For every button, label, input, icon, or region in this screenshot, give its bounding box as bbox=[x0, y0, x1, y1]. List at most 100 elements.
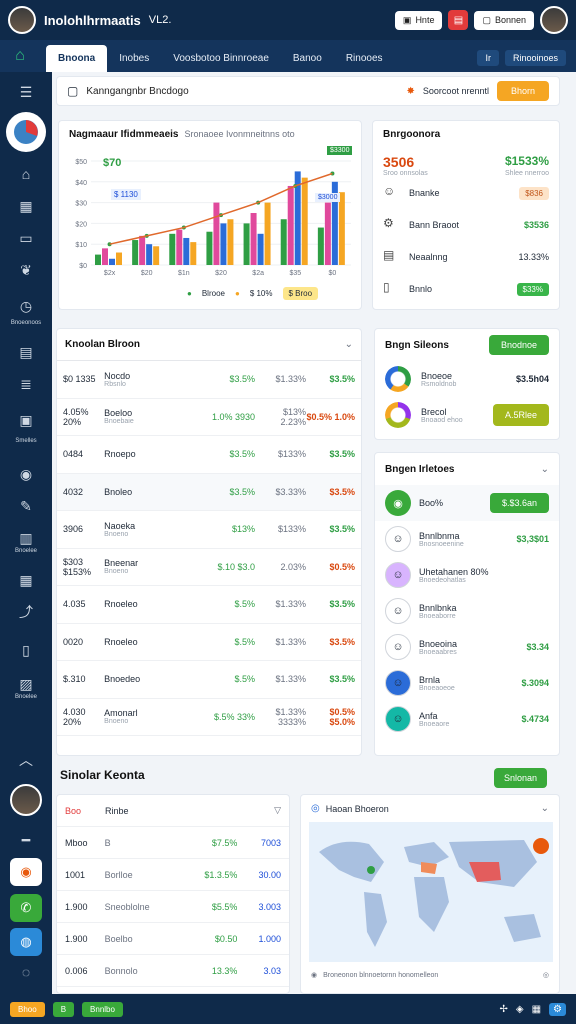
table-row[interactable]: 0484 Rnoepo $3.5% $133% $3.5% bbox=[57, 436, 361, 474]
cell-id: 4.035 bbox=[63, 599, 86, 610]
cell-value: $3.5% bbox=[329, 524, 356, 535]
table-row[interactable]: $0 1335 Nocdo Rbsnlo $3.5% $1.33% $3.5% bbox=[57, 361, 361, 399]
bar bbox=[264, 202, 271, 265]
search-button[interactable]: Bhorn bbox=[496, 81, 549, 101]
list-item[interactable]: ◉ Boo% $.$3.6an bbox=[375, 485, 559, 521]
table-row[interactable]: 1.900 Sneoblolne $5.5% 3.003 bbox=[57, 891, 289, 923]
phone-button[interactable]: ✆ bbox=[10, 894, 42, 922]
world-map[interactable] bbox=[309, 822, 553, 962]
right1-button[interactable]: Bnodnoe bbox=[488, 335, 549, 355]
footer-button-3[interactable]: Bnnlbo bbox=[82, 1001, 123, 1017]
tab-3[interactable]: Voosbotoo Binnroeae bbox=[161, 45, 281, 72]
pen-icon[interactable]: ✎ bbox=[14, 494, 38, 518]
list-item[interactable]: ☺ Uhetahanen 80% Bnoedeohatlas bbox=[375, 557, 559, 593]
pie-chart-icon[interactable] bbox=[6, 112, 46, 152]
legend-button[interactable]: $ Broo bbox=[282, 287, 319, 300]
chevron-down-icon[interactable]: ⌄ bbox=[541, 803, 549, 814]
dash-icon[interactable]: ━ bbox=[14, 828, 38, 852]
pin-icon[interactable]: ✢ bbox=[499, 1004, 507, 1015]
list-item[interactable]: Brecol Bnoaod ehoo A.5Rlee bbox=[375, 397, 559, 433]
sidebar-label-2: Smelles bbox=[15, 438, 37, 444]
table-row[interactable]: 1.900 Boelbo $0.50 1.000 bbox=[57, 923, 289, 955]
grid-icon[interactable]: ▦ bbox=[14, 194, 38, 218]
table-row[interactable]: 1001 Borlloe $1.3.5% 30.00 bbox=[57, 859, 289, 891]
folder-icon[interactable]: ▭ bbox=[14, 226, 38, 250]
sidebar-avatar[interactable] bbox=[10, 784, 42, 816]
chevron-down-icon[interactable]: ⌄ bbox=[541, 464, 549, 475]
tab-1[interactable]: Bnoona bbox=[46, 45, 108, 72]
tab-2[interactable]: Inobes bbox=[107, 45, 161, 72]
settings-icon[interactable]: ⚙ bbox=[549, 1002, 566, 1016]
avatar[interactable] bbox=[8, 6, 36, 34]
table-row[interactable]: Mboo B $7.5% 7003 bbox=[57, 827, 289, 859]
metrics-big-pct: $1533% bbox=[504, 154, 549, 168]
star-icon: ✸ bbox=[406, 85, 415, 97]
top-button-1[interactable]: ▣ Hnte bbox=[394, 10, 443, 30]
calendar-icon[interactable]: ▣ bbox=[14, 408, 38, 432]
metrics-big-value: 3506 bbox=[383, 154, 415, 170]
shield-icon[interactable]: ◈ bbox=[516, 1004, 524, 1015]
chat-button[interactable]: ◍ bbox=[10, 928, 42, 956]
book-icon: ▤ bbox=[383, 248, 395, 262]
table-row[interactable]: 4.030 20% Amonarl Bnoeno $.5% 33% $1.33% 333… bbox=[57, 699, 361, 736]
list-item[interactable]: ☺ Bnnlbnka Bnoeaborre bbox=[375, 593, 559, 629]
table-icon[interactable]: ▦ bbox=[14, 568, 38, 592]
table-row[interactable]: 4032 Bnoleo $3.5% $3.33% $3.5% bbox=[57, 473, 361, 511]
metric-row[interactable]: ▯ Bnnlo $33% bbox=[383, 273, 549, 305]
share-icon[interactable]: ⤴ bbox=[14, 600, 38, 624]
tab-5[interactable]: Rinooes bbox=[334, 45, 395, 72]
x-tick-label: $0 bbox=[329, 270, 337, 277]
footer-button-2[interactable]: B bbox=[52, 1001, 75, 1017]
tab-4[interactable]: Banoo bbox=[281, 45, 334, 72]
table-row[interactable]: 0020 Rnoeleo $.5% $1.33% $3.5% bbox=[57, 624, 361, 661]
cell-value: $3.5% bbox=[329, 674, 356, 685]
leaf-icon[interactable]: ❦ bbox=[14, 258, 38, 282]
record-button[interactable]: ◉ bbox=[10, 858, 42, 886]
chevron-down-icon[interactable]: ⌄ bbox=[345, 339, 353, 350]
bar bbox=[324, 202, 331, 265]
nav-chip-2[interactable]: Rinooinoes bbox=[504, 50, 566, 66]
footer-button-1[interactable]: Bhoo bbox=[10, 1001, 45, 1017]
list-item[interactable]: ☺ Brnla Bnoeaoeoe $.3094 bbox=[375, 665, 559, 701]
search-bar[interactable]: ▢ Kanngangnbr Bncdogo ✸ Soorcoot nrenntl… bbox=[56, 76, 560, 106]
home-icon[interactable]: ⌂ bbox=[14, 162, 38, 186]
top-button-2[interactable]: ▢ Bonnen bbox=[474, 10, 534, 30]
cart-icon[interactable]: ▨ bbox=[14, 672, 38, 696]
filter-icon[interactable]: ▽ bbox=[274, 805, 281, 816]
clipboard-icon[interactable]: ▯ bbox=[14, 638, 38, 662]
cell-pct: $.5% bbox=[234, 636, 256, 647]
grid-icon[interactable]: ▦ bbox=[532, 1004, 541, 1015]
table-row[interactable]: 0.006 Bonnolo 13.3% 3.03 bbox=[57, 955, 289, 987]
chevron-up-icon[interactable]: ︿ bbox=[14, 748, 38, 772]
metric-row[interactable]: ⚙ Bann Braoot $3536 bbox=[383, 209, 549, 241]
list-item[interactable]: ☺ Bnnlbnma Bnosnoeenine $3,3$01 bbox=[375, 521, 559, 557]
check-circle-icon[interactable]: ◌ bbox=[14, 960, 38, 984]
table-row[interactable]: $303 $153% Bneenar Bnoeno $.10 $3.0 2.03% $0.… bbox=[57, 549, 361, 586]
list-item[interactable]: ☺ Anfa Bnoeaore $.4734 bbox=[375, 701, 559, 737]
list-icon[interactable]: ≣ bbox=[14, 372, 38, 396]
alert-button[interactable]: ▤ bbox=[448, 10, 469, 30]
note-icon[interactable]: ▥ bbox=[14, 526, 38, 550]
zoom-icon[interactable]: ◎ bbox=[543, 971, 549, 979]
table-row[interactable]: 4.05% 20% Boeloo Bnoebaie 1.0% 3930 $13% 2.2… bbox=[57, 399, 361, 436]
list-item[interactable]: Bnoeoe Rsmoldnob $3.5h04 bbox=[375, 361, 559, 397]
avatar-icon: ☺ bbox=[385, 562, 411, 588]
section-button[interactable]: Snlonan bbox=[494, 768, 548, 788]
menu-icon[interactable]: ☰ bbox=[14, 80, 38, 104]
table-row[interactable]: $.310 Bnoedeo $.5% $1.33% $3.5% bbox=[57, 661, 361, 699]
home-icon[interactable]: ⌂ bbox=[8, 44, 32, 68]
metric-row[interactable]: ▤ Neaalnng 13.33% bbox=[383, 241, 549, 273]
globe-icon: ◎ bbox=[311, 803, 320, 814]
clock-icon[interactable]: ◷ bbox=[14, 294, 38, 318]
inbox-icon[interactable]: ▤ bbox=[14, 340, 38, 364]
nav-chip-1[interactable]: Ir bbox=[477, 50, 499, 66]
cell-name: Bnoedeo bbox=[104, 674, 141, 685]
user-avatar[interactable] bbox=[540, 6, 568, 34]
globe-icon[interactable]: ◉ bbox=[14, 462, 38, 486]
legend-1: Blrooe bbox=[201, 289, 225, 298]
table-row[interactable]: 3906 Naoeka Bnoeno $13% $133% $3.5% bbox=[57, 511, 361, 549]
metric-row[interactable]: ☺ Bnanke $836 bbox=[383, 177, 549, 209]
table-row[interactable]: 4.035 Rnoeleo $.5% $1.33% $3.5% bbox=[57, 586, 361, 624]
list-item[interactable]: ☺ Bnoeoina Bnoeaabres $3.34 bbox=[375, 629, 559, 665]
cell-value: $3.5% bbox=[329, 599, 356, 610]
